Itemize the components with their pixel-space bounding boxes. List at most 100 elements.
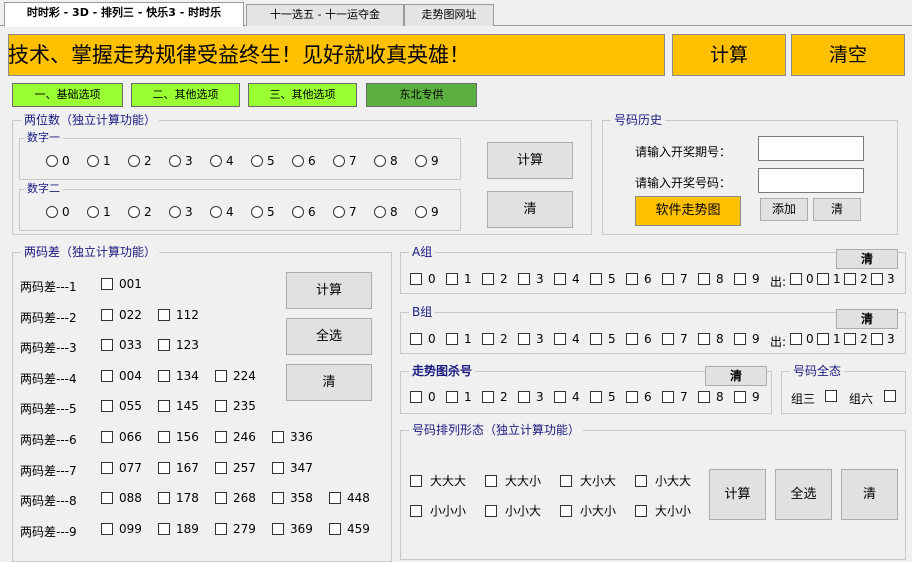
diff-checkbox[interactable]: 235 (215, 399, 256, 413)
diff-checkbox[interactable]: 459 (329, 522, 370, 536)
group_a-checkbox-9[interactable]: 9 (734, 272, 760, 286)
group_b-checkbox-7[interactable]: 7 (662, 332, 688, 346)
pattern-checkbox[interactable]: 小小小 (410, 502, 466, 519)
pattern-checkbox[interactable]: 大大小 (485, 472, 541, 489)
group_b-checkbox-9[interactable]: 9 (734, 332, 760, 346)
d2-radio-7[interactable]: 7 (333, 205, 357, 219)
d1-radio-5[interactable]: 5 (251, 154, 275, 168)
d2-radio-5[interactable]: 5 (251, 205, 275, 219)
tab-ssc-3d[interactable]: 时时彩 - 3D - 排列三 - 快乐3 - 时时乐 (4, 2, 244, 27)
d1-radio-1[interactable]: 1 (87, 154, 111, 168)
diff-checkbox[interactable]: 279 (215, 522, 256, 536)
pattern-calc-button[interactable]: 计算 (709, 469, 766, 520)
d2-radio-9[interactable]: 9 (415, 205, 439, 219)
diff-checkbox[interactable]: 189 (158, 522, 199, 536)
group_a-checkbox-0[interactable]: 0 (410, 272, 436, 286)
group6-checkbox[interactable] (884, 389, 902, 403)
diff-checkbox[interactable]: 134 (158, 369, 199, 383)
group_a-checkbox-3[interactable]: 3 (518, 272, 544, 286)
pattern-select-all-button[interactable]: 全选 (775, 469, 832, 520)
d2-radio-6[interactable]: 6 (292, 205, 316, 219)
software-trend-button[interactable]: 软件走势图 (635, 196, 741, 226)
diff-checkbox[interactable]: 224 (215, 369, 256, 383)
trend-kill-clear-button[interactable]: 清 (705, 366, 767, 386)
d2-radio-3[interactable]: 3 (169, 205, 193, 219)
group_b-out-checkbox-2[interactable]: 2 (844, 332, 868, 346)
group_b-checkbox-8[interactable]: 8 (698, 332, 724, 346)
group_b-out-checkbox-0[interactable]: 0 (790, 332, 814, 346)
d2-radio-1[interactable]: 1 (87, 205, 111, 219)
group_b-out-checkbox-1[interactable]: 1 (817, 332, 841, 346)
group_a-out-checkbox-2[interactable]: 2 (844, 272, 868, 286)
tab-trend-url[interactable]: 走势图网址 (404, 4, 494, 26)
d1-radio-8[interactable]: 8 (374, 154, 398, 168)
other-options-3-button[interactable]: 三、其他选项 (248, 83, 357, 107)
number-input[interactable] (758, 168, 864, 193)
d1-radio-6[interactable]: 6 (292, 154, 316, 168)
diff-calc-button[interactable]: 计算 (286, 272, 372, 309)
group_a-out-checkbox-0[interactable]: 0 (790, 272, 814, 286)
diff-checkbox[interactable]: 167 (158, 461, 199, 475)
d1-radio-7[interactable]: 7 (333, 154, 357, 168)
d2-radio-2[interactable]: 2 (128, 205, 152, 219)
pattern-checkbox[interactable]: 小大大 (635, 472, 691, 489)
two-digit-calc-button[interactable]: 计算 (487, 142, 573, 179)
group_b-out-checkbox-3[interactable]: 3 (871, 332, 895, 346)
history-clear-button[interactable]: 清 (813, 198, 861, 221)
d1-radio-9[interactable]: 9 (415, 154, 439, 168)
clear-all-button[interactable]: 清空 (791, 34, 905, 76)
diff-checkbox[interactable]: 077 (101, 461, 142, 475)
diff-checkbox[interactable]: 156 (158, 430, 199, 444)
diff-checkbox[interactable]: 001 (101, 277, 142, 291)
diff-checkbox[interactable]: 033 (101, 338, 142, 352)
diff-select-all-button[interactable]: 全选 (286, 318, 372, 355)
other-options-2-button[interactable]: 二、其他选项 (131, 83, 240, 107)
group_a-checkbox-5[interactable]: 5 (590, 272, 616, 286)
group_b-checkbox-2[interactable]: 2 (482, 332, 508, 346)
group_a-checkbox-1[interactable]: 1 (446, 272, 472, 286)
trend-kill-checkbox-2[interactable]: 2 (482, 390, 508, 404)
diff-checkbox[interactable]: 123 (158, 338, 199, 352)
pattern-clear-button[interactable]: 清 (841, 469, 898, 520)
diff-checkbox[interactable]: 088 (101, 491, 142, 505)
d1-radio-3[interactable]: 3 (169, 154, 193, 168)
trend-kill-checkbox-3[interactable]: 3 (518, 390, 544, 404)
d1-radio-0[interactable]: 0 (46, 154, 70, 168)
group_b-checkbox-6[interactable]: 6 (626, 332, 652, 346)
diff-checkbox[interactable]: 099 (101, 522, 142, 536)
group_a-checkbox-8[interactable]: 8 (698, 272, 724, 286)
group-a-clear-button[interactable]: 清 (836, 249, 898, 269)
tab-11x5[interactable]: 十一选五 - 十一运夺金 (246, 4, 404, 26)
group_b-checkbox-0[interactable]: 0 (410, 332, 436, 346)
two-digit-clear-button[interactable]: 清 (487, 191, 573, 228)
diff-checkbox[interactable]: 358 (272, 491, 313, 505)
trend-kill-checkbox-1[interactable]: 1 (446, 390, 472, 404)
diff-checkbox[interactable]: 268 (215, 491, 256, 505)
diff-checkbox[interactable]: 178 (158, 491, 199, 505)
pattern-checkbox[interactable]: 大小小 (635, 502, 691, 519)
d2-radio-0[interactable]: 0 (46, 205, 70, 219)
trend-kill-checkbox-7[interactable]: 7 (662, 390, 688, 404)
trend-kill-checkbox-9[interactable]: 9 (734, 390, 760, 404)
group_b-checkbox-5[interactable]: 5 (590, 332, 616, 346)
trend-kill-checkbox-4[interactable]: 4 (554, 390, 580, 404)
group_b-checkbox-3[interactable]: 3 (518, 332, 544, 346)
diff-checkbox[interactable]: 022 (101, 308, 142, 322)
d2-radio-4[interactable]: 4 (210, 205, 234, 219)
group_b-checkbox-1[interactable]: 1 (446, 332, 472, 346)
group_a-out-checkbox-3[interactable]: 3 (871, 272, 895, 286)
period-input[interactable] (758, 136, 864, 161)
pattern-checkbox[interactable]: 小大小 (560, 502, 616, 519)
trend-kill-checkbox-0[interactable]: 0 (410, 390, 436, 404)
pattern-checkbox[interactable]: 大大大 (410, 472, 466, 489)
trend-kill-checkbox-5[interactable]: 5 (590, 390, 616, 404)
northeast-button[interactable]: 东北专供 (366, 83, 477, 107)
diff-checkbox[interactable]: 257 (215, 461, 256, 475)
group_a-out-checkbox-1[interactable]: 1 (817, 272, 841, 286)
group_a-checkbox-4[interactable]: 4 (554, 272, 580, 286)
diff-checkbox[interactable]: 112 (158, 308, 199, 322)
calc-button[interactable]: 计算 (672, 34, 786, 76)
pattern-checkbox[interactable]: 大小大 (560, 472, 616, 489)
diff-checkbox[interactable]: 145 (158, 399, 199, 413)
group-b-clear-button[interactable]: 清 (836, 309, 898, 329)
